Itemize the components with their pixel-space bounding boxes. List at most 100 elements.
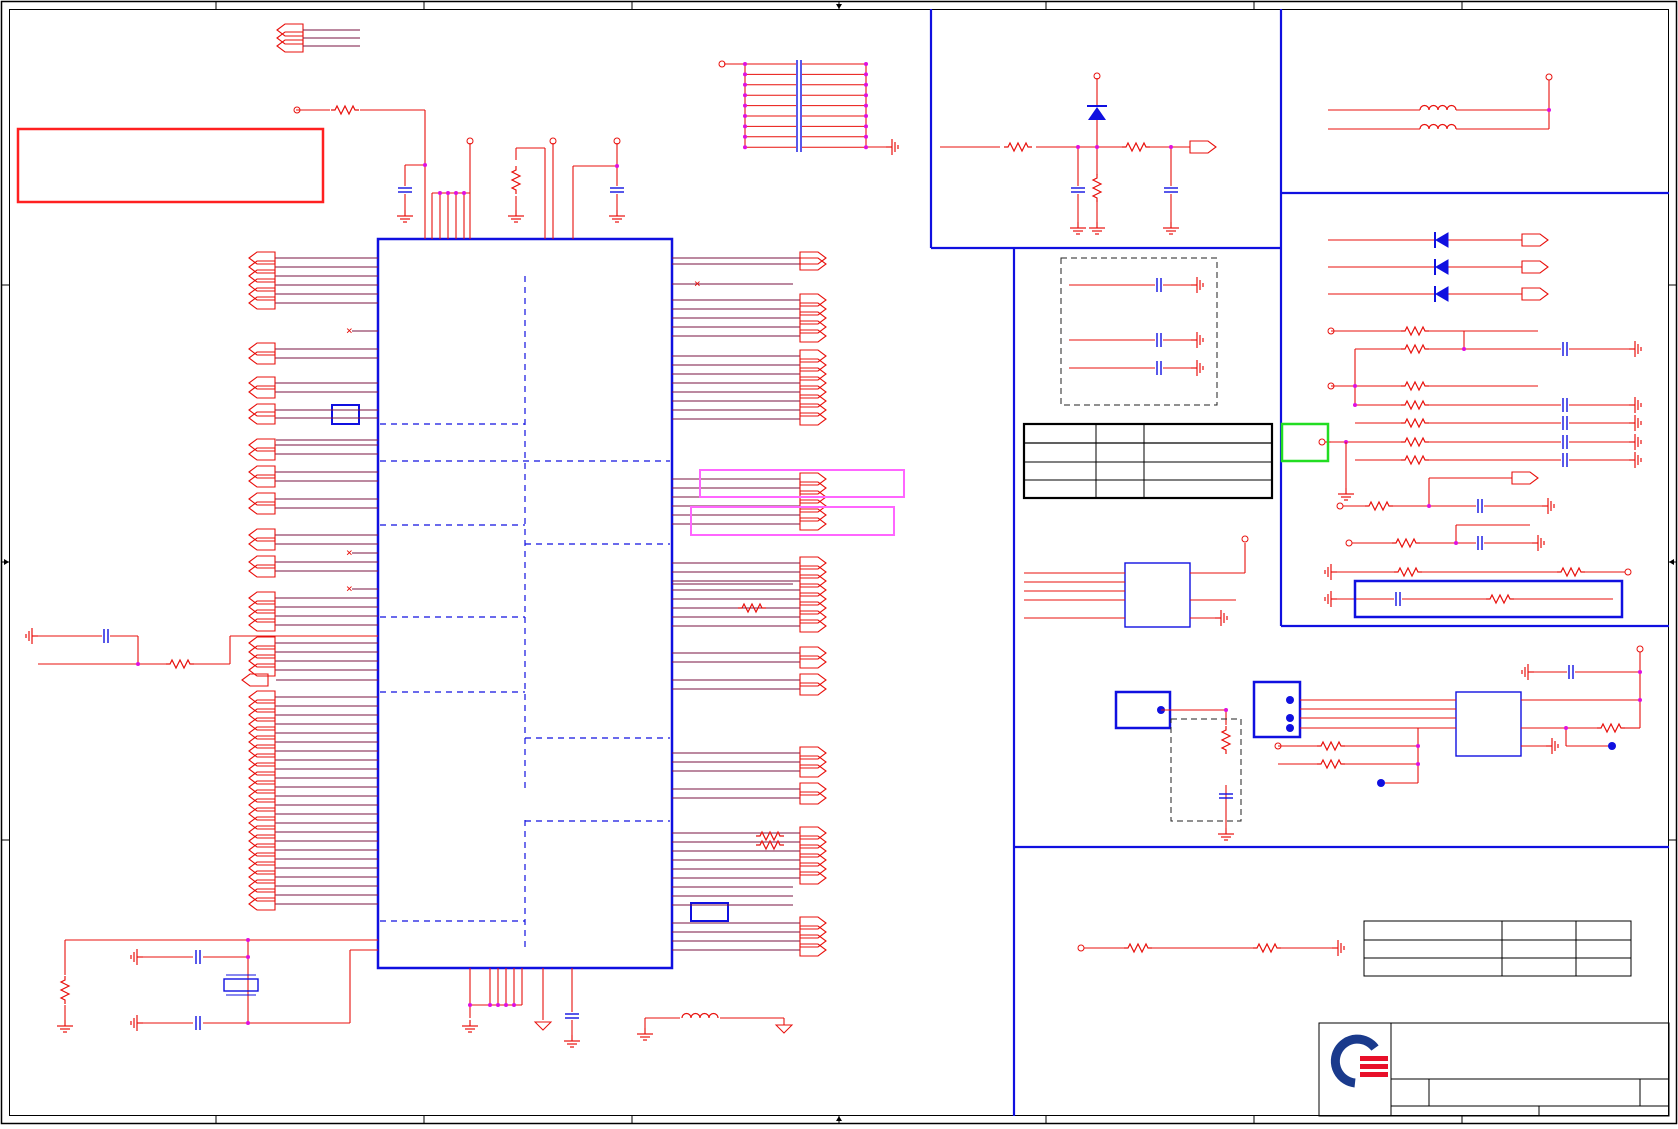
- sheet-frame: [0, 0, 1678, 1125]
- off-page-connector-icon: [799, 755, 827, 769]
- off-page-connector-icon: [248, 591, 276, 605]
- off-page-connector-icon: [248, 897, 276, 911]
- off-page-connector-icon: [248, 816, 276, 830]
- test-point-highlight-box: [1280, 422, 1330, 463]
- off-page-connector-icon: [799, 844, 827, 858]
- off-page-connector-icon: [248, 260, 276, 274]
- inductor-icon: [681, 1012, 719, 1019]
- ground-icon: [461, 1019, 479, 1033]
- off-page-connector-icon: [799, 376, 827, 390]
- ground-icon: [1628, 433, 1642, 451]
- off-page-connector-icon: [248, 726, 276, 740]
- resistor-icon: [1400, 418, 1430, 428]
- off-page-connector-icon: [799, 367, 827, 381]
- ground-icon: [1541, 497, 1555, 515]
- off-page-connector-icon: [799, 320, 827, 334]
- off-page-connector-icon: [1189, 140, 1217, 154]
- off-page-connector-icon: [799, 302, 827, 316]
- ground-icon: [130, 1014, 144, 1032]
- off-page-connector-icon: [799, 673, 827, 687]
- resistor-icon: [330, 105, 360, 115]
- inductor-filter-section: [1328, 80, 1550, 130]
- off-page-connector-icon: [799, 329, 827, 343]
- ic-top-power-network: [296, 109, 618, 239]
- off-page-connector-icon: [248, 385, 276, 399]
- off-page-connector-icon: [248, 465, 276, 479]
- signal-highlight-box-2: [690, 506, 895, 536]
- diode-array: [1328, 231, 1549, 303]
- off-page-connector-icon: [248, 825, 276, 839]
- capacitor-icon: [103, 628, 109, 644]
- ground-icon: [1628, 414, 1642, 432]
- resistor-icon: [1400, 400, 1430, 410]
- top-left-connectors: [276, 23, 360, 53]
- revision-table: [1363, 920, 1632, 977]
- capacitor-icon: [1477, 498, 1483, 514]
- capacitor-icon: [564, 1013, 580, 1019]
- resistor-icon: [1003, 142, 1033, 152]
- off-page-connector-icon: [799, 916, 827, 930]
- resistor-icon: [1092, 173, 1102, 203]
- main-ic: [331, 237, 729, 970]
- off-page-connector-icon: [248, 690, 276, 704]
- off-page-connector-icon: [248, 609, 276, 623]
- off-page-connector-icon: [799, 358, 827, 372]
- resistor-icon: [165, 659, 195, 669]
- ground-icon: [507, 209, 525, 223]
- resistor-icon: [511, 165, 521, 195]
- capacitor-icon: [1070, 187, 1086, 193]
- off-page-connector-icon: [248, 888, 276, 902]
- optional-capacitor-group: [1060, 257, 1218, 406]
- off-page-connector-icon: [799, 682, 827, 696]
- resistor-icon: [1400, 381, 1430, 391]
- ic-bottom-network: [469, 968, 785, 1035]
- off-page-connector-icon: [248, 861, 276, 875]
- ground-icon: [1337, 487, 1355, 501]
- off-page-connector-icon: [799, 574, 827, 588]
- off-page-connector-icon: [799, 826, 827, 840]
- off-page-connector-icon: [1511, 471, 1539, 485]
- off-page-connector-icon: [248, 771, 276, 785]
- off-page-connector-icon: [799, 481, 827, 495]
- decoupling-capacitor-bank: [718, 60, 899, 156]
- capacitor-icon: [609, 187, 625, 193]
- off-page-connector-icon: [799, 565, 827, 579]
- power-rail-section: [940, 78, 1190, 222]
- off-page-connector-icon: [248, 447, 276, 461]
- left-rc-network: [38, 635, 378, 665]
- ic-right-pins: ×: [672, 251, 827, 957]
- off-page-connector-icon: [248, 403, 276, 417]
- connector-and-transceiver: [1114, 645, 1644, 841]
- off-page-connector-icon: [248, 798, 276, 812]
- inductor-icon: [1419, 104, 1457, 111]
- crystal-oscillator-circuit: [64, 939, 378, 1024]
- ground-icon: [563, 1034, 581, 1048]
- quanta-logo-icon: [1330, 1034, 1388, 1088]
- off-page-connector-icon: [799, 592, 827, 606]
- off-page-connector-icon: [248, 654, 276, 668]
- diode-icon: [1087, 105, 1107, 120]
- ground-icon: [1531, 534, 1545, 552]
- capacitor-icon: [1562, 452, 1568, 468]
- capacitor-icon: [1562, 397, 1568, 413]
- off-page-connector-icon: [248, 780, 276, 794]
- off-page-connector-icon: [799, 517, 827, 531]
- off-page-connector-icon: [248, 251, 276, 265]
- ground-icon: [1628, 396, 1642, 414]
- inductor-icon: [1419, 123, 1457, 130]
- capacitor-icon: [1562, 434, 1568, 450]
- off-page-connector-icon: [248, 351, 276, 365]
- resistor-icon: [1391, 538, 1421, 548]
- ground-icon: [636, 1027, 654, 1041]
- capacitor-icon: [195, 1015, 201, 1031]
- ground-icon: [25, 627, 39, 645]
- ground-icon: [130, 948, 144, 966]
- off-page-connector-icon: [248, 735, 276, 749]
- ground-icon: [1628, 451, 1642, 469]
- ground-icon: [56, 1019, 74, 1033]
- off-page-connector-icon: [248, 870, 276, 884]
- off-page-connector-icon: [248, 600, 276, 614]
- capacitor-icon: [195, 949, 201, 965]
- resistor-icon: [60, 975, 70, 1005]
- capacitor-icon: [397, 187, 413, 193]
